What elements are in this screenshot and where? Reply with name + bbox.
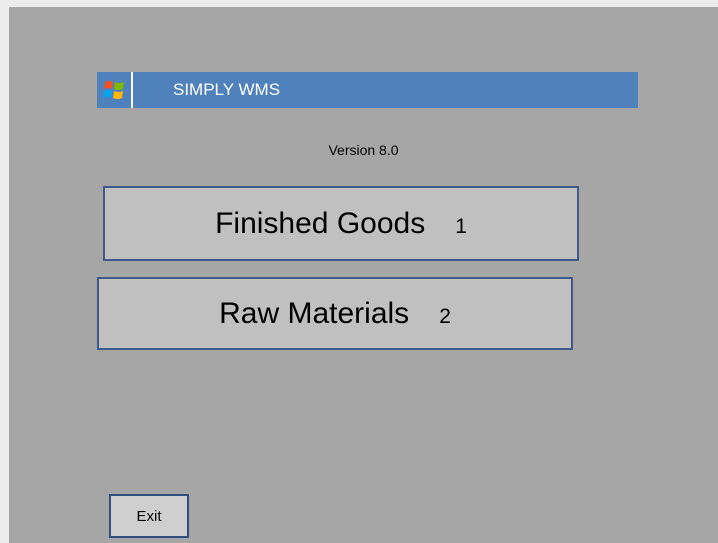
exit-label: Exit [136,507,162,525]
raw-materials-key: 2 [439,304,451,328]
windows-flag-icon [97,72,133,108]
raw-materials-label: Raw Materials [219,296,410,330]
raw-materials-button[interactable]: Raw Materials 2 [97,277,573,350]
title-bar: SIMPLY WMS [97,72,638,108]
finished-goods-key: 1 [455,214,467,238]
exit-button[interactable]: Exit [109,494,189,538]
main-screen: SIMPLY WMS Version 8.0 Finished Goods 1 … [9,7,718,543]
version-label: Version 8.0 [328,142,399,158]
finished-goods-button[interactable]: Finished Goods 1 [103,186,579,261]
app-title: SIMPLY WMS [173,80,281,99]
finished-goods-label: Finished Goods [215,206,426,240]
